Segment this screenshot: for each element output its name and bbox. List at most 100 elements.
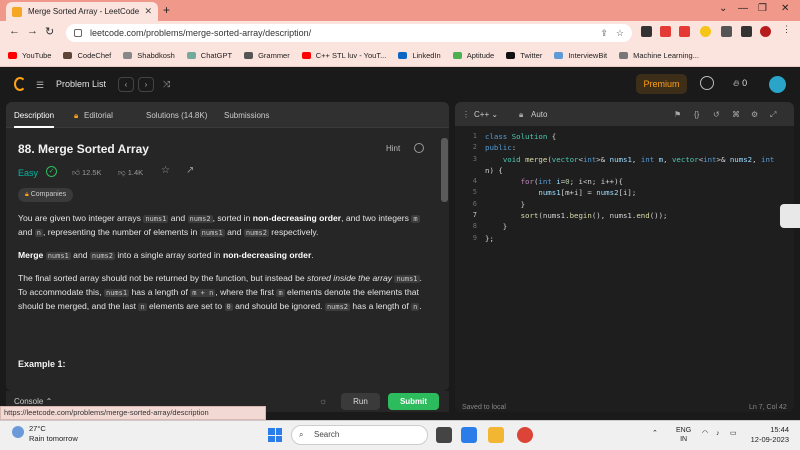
debug-icon[interactable]: ☼ xyxy=(319,396,327,406)
time: 15:44 xyxy=(770,425,789,434)
coin-extension-icon[interactable] xyxy=(700,26,711,37)
profile-avatar-icon[interactable] xyxy=(760,26,771,37)
bookmark-item[interactable]: InterviewBit xyxy=(554,51,607,60)
tab-submissions[interactable]: Submissions xyxy=(224,111,269,120)
settings-icon[interactable] xyxy=(414,143,424,153)
url-bar[interactable]: leetcode.com/problems/merge-sorted-array… xyxy=(66,24,632,42)
vscode-icon[interactable] xyxy=(461,427,477,443)
line-number xyxy=(455,165,477,176)
bookmark-item[interactable]: Grammer xyxy=(244,51,290,60)
forward-button[interactable]: → xyxy=(27,25,38,37)
streak-counter[interactable]: 🔥︎ 0 xyxy=(733,78,747,89)
close-tab-icon[interactable]: ✕ xyxy=(144,6,152,17)
battery-icon[interactable]: ▭ xyxy=(730,429,737,438)
bookmark-star-icon[interactable]: ☆ xyxy=(616,28,624,39)
line-number: 8 xyxy=(472,222,477,231)
cast-extension-icon[interactable] xyxy=(641,26,652,37)
restore-button[interactable]: ❐ xyxy=(758,3,767,14)
windows-start-icon[interactable] xyxy=(268,428,282,442)
share-icon[interactable]: ↗ xyxy=(186,165,194,176)
search-icon: ⌕ xyxy=(299,430,304,439)
timer-icon[interactable] xyxy=(700,76,714,90)
system-tray[interactable]: ⌃ ENG IN ◠ ♪ ▭ xyxy=(652,426,737,444)
submit-button[interactable]: Submit xyxy=(388,393,439,410)
bookmark-item[interactable]: Aptitude xyxy=(452,51,495,60)
example-heading: Example 1: xyxy=(18,359,66,369)
bookmark-label: ChatGPT xyxy=(200,51,233,60)
drag-handle-icon[interactable]: ⋮ xyxy=(462,110,470,119)
problem-title[interactable]: 88. Merge Sorted Array xyxy=(18,142,149,156)
scrollbar-thumb[interactable] xyxy=(441,138,448,202)
tab-solutions[interactable]: Solutions (14.8K) xyxy=(146,111,207,120)
leetcode-favicon-icon xyxy=(12,6,22,17)
fullscreen-icon[interactable]: ⤢ xyxy=(770,110,776,120)
run-button[interactable]: Run xyxy=(341,393,380,410)
description-paragraph-2: Merge nums1 and nums2 into a single arra… xyxy=(18,250,314,260)
language-select[interactable]: C++ ⌄ xyxy=(474,110,498,119)
prev-problem-button[interactable]: ‹ xyxy=(118,77,134,92)
lock-icon: 🔒︎ xyxy=(519,110,524,119)
browser-tab[interactable]: Merge Sorted Array - LeetCode ✕ xyxy=(6,2,158,21)
bookmark-item[interactable]: ChatGPT xyxy=(186,51,233,60)
chevron-down-icon[interactable]: ⌄ xyxy=(719,3,727,14)
companies-tag[interactable]: 🔒︎ Companies xyxy=(18,188,74,202)
dislikes[interactable]: 👎︎ 1.4K xyxy=(118,168,143,178)
leetcode-logo-icon[interactable] xyxy=(14,77,26,91)
likes[interactable]: 👍︎ 12.5K xyxy=(72,168,102,178)
bookmark-item[interactable]: LinkedIn xyxy=(398,51,441,60)
tab-description[interactable]: Description xyxy=(14,111,54,120)
code-area[interactable]: class Solution { public: void merge(vect… xyxy=(485,131,774,244)
line-number: 3 xyxy=(472,154,477,163)
bookmark-favicon-icon xyxy=(123,52,133,59)
task-view-icon[interactable] xyxy=(436,427,452,443)
settings-icon[interactable]: ⚙ xyxy=(751,110,758,119)
tab-editorial[interactable]: Editorial xyxy=(84,111,113,120)
bookmark-item[interactable]: CodeChef xyxy=(63,51,111,60)
bookmark-item[interactable]: Machine Learning... xyxy=(619,51,699,60)
volume-icon[interactable]: ♪ xyxy=(716,429,720,438)
weather-widget[interactable]: 27°C Rain tomorrow xyxy=(29,424,78,444)
bookmark-item[interactable]: Twitter xyxy=(506,51,542,60)
bookmark-label: YouTube xyxy=(22,51,52,60)
minimize-button[interactable]: — xyxy=(738,3,748,14)
record-extension-icon[interactable] xyxy=(679,26,690,37)
shortcut-icon[interactable]: ⌘ xyxy=(732,110,740,119)
reload-button[interactable]: ↻ xyxy=(45,25,54,38)
console-toggle[interactable]: Console ⌃ xyxy=(14,397,52,406)
back-button[interactable]: ← xyxy=(9,25,20,37)
active-tab-indicator xyxy=(14,126,54,128)
next-problem-button[interactable]: › xyxy=(138,77,154,92)
chevron-up-icon[interactable]: ⌃ xyxy=(652,429,658,438)
new-tab-button[interactable]: + xyxy=(163,3,170,17)
problem-list-link[interactable]: Problem List xyxy=(56,79,106,89)
favorite-star-icon[interactable]: ☆ xyxy=(161,165,170,176)
bookmark-item[interactable]: YouTube xyxy=(8,51,51,60)
line-number: 7 xyxy=(472,211,477,220)
user-avatar[interactable] xyxy=(769,76,786,93)
youtube-extension-icon[interactable] xyxy=(660,26,671,37)
reset-icon[interactable]: ↺ xyxy=(713,110,720,119)
auto-complete-toggle[interactable]: Auto xyxy=(531,110,547,119)
share-icon[interactable]: ⇪ xyxy=(600,28,608,39)
extensions-puzzle-icon[interactable] xyxy=(721,26,732,37)
list-icon: ☰ xyxy=(36,80,45,90)
premium-button[interactable]: Premium xyxy=(636,74,687,94)
chrome-icon[interactable] xyxy=(517,427,533,443)
taskbar-search[interactable]: ⌕ Search xyxy=(291,425,428,445)
bookmark-icon[interactable]: ⚑ xyxy=(674,110,681,119)
side-panel-toggle[interactable] xyxy=(780,204,800,228)
bookmark-item[interactable]: Shabdkosh xyxy=(123,51,175,60)
clock[interactable]: 15:44 12-09-2023 xyxy=(745,425,789,445)
shuffle-icon[interactable]: ⤨ xyxy=(163,79,170,90)
close-window-button[interactable]: ✕ xyxy=(781,3,789,14)
format-braces-icon[interactable]: {} xyxy=(694,110,699,119)
wifi-icon[interactable]: ◠ xyxy=(702,429,708,438)
bookmark-label: C++ STL luv - YouT... xyxy=(315,51,387,60)
bookmark-item[interactable]: C++ STL luv - YouT... xyxy=(301,51,387,60)
bookmark-label: Aptitude xyxy=(466,51,495,60)
sidebar-toggle-icon[interactable] xyxy=(741,26,752,37)
more-menu-icon[interactable]: ⋮ xyxy=(782,24,793,35)
weather-icon[interactable] xyxy=(12,426,24,438)
hint-button[interactable]: Hint xyxy=(386,144,400,153)
file-explorer-icon[interactable] xyxy=(488,427,504,443)
